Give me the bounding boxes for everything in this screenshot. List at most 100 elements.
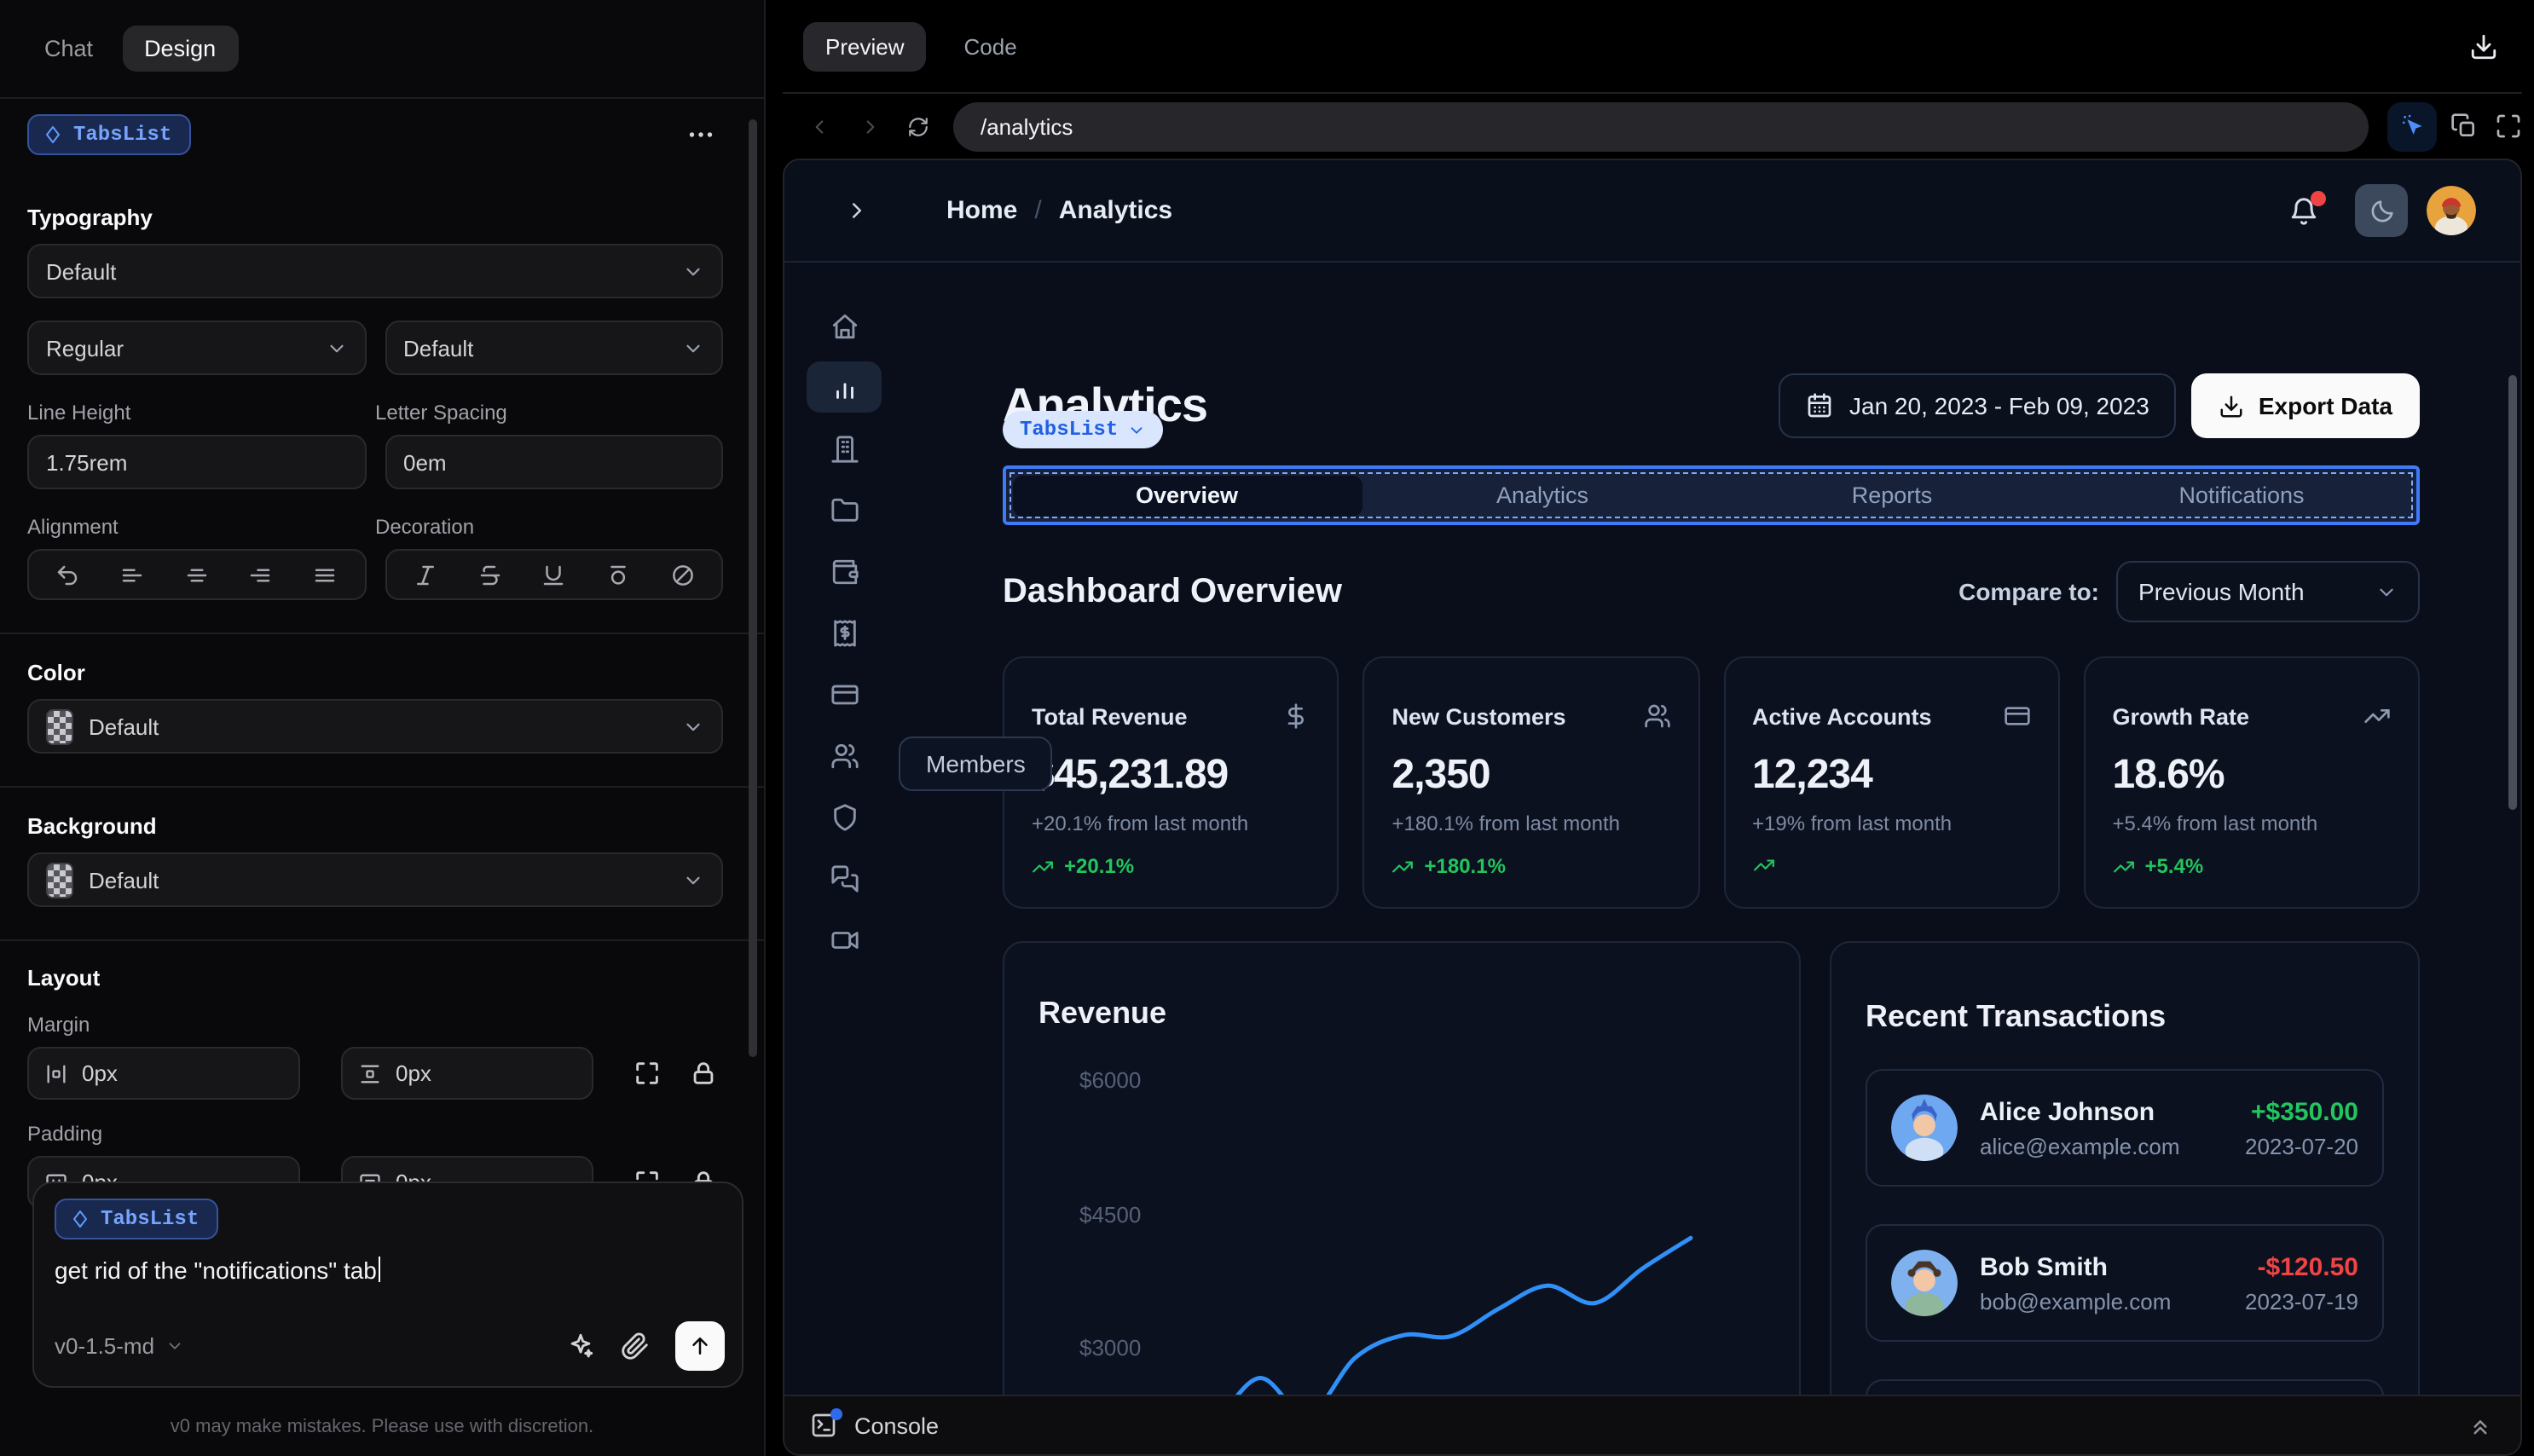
attach-file-icon[interactable]: [621, 1331, 650, 1360]
align-right-icon[interactable]: [248, 562, 274, 587]
transaction-row[interactable]: Bob Smith bob@example.com -$120.50 2023-07…: [1866, 1224, 2384, 1342]
refresh-icon[interactable]: [907, 115, 929, 137]
more-options-icon[interactable]: [686, 119, 716, 150]
transaction-row[interactable]: Alice Johnson alice@example.com +$350.00 2…: [1866, 1069, 2384, 1187]
reset-alignment-icon[interactable]: [55, 562, 81, 587]
nav-forward-icon[interactable]: [859, 115, 882, 137]
margin-y-icon: [358, 1061, 382, 1085]
tab-code[interactable]: Code: [964, 33, 1017, 59]
messages-icon: [830, 864, 859, 893]
download-icon[interactable]: [2469, 32, 2498, 61]
decoration-toolbar: [385, 549, 723, 600]
panel-tabs: Chat Design: [0, 0, 764, 99]
sidebar-item-video[interactable]: [807, 909, 882, 970]
text-caret: [378, 1257, 381, 1282]
tab-preview[interactable]: Preview: [803, 21, 927, 71]
fullscreen-icon[interactable]: [2495, 113, 2522, 140]
font-size-select[interactable]: Default: [385, 321, 723, 375]
color-value: Default: [89, 714, 159, 739]
chevron-down-icon: [682, 869, 704, 891]
preview-canvas: Home / Analytics Members Analytics TabsL…: [783, 159, 2522, 1456]
export-data-button[interactable]: Export Data: [2191, 373, 2420, 438]
panel-scrollbar[interactable]: [749, 119, 757, 1057]
letter-spacing-input[interactable]: 0em: [385, 435, 723, 489]
model-select[interactable]: v0-1.5-md: [55, 1332, 183, 1358]
expand-margin-icon[interactable]: [633, 1059, 662, 1088]
color-select[interactable]: Default: [27, 699, 723, 754]
preview-scrollbar[interactable]: [2508, 375, 2517, 810]
stat-subtext: +180.1% from last month: [1391, 812, 1620, 835]
console-label: Console: [854, 1413, 940, 1438]
inspect-mode-button[interactable]: [2387, 101, 2437, 151]
margin-label: Margin: [27, 1013, 90, 1037]
sidebar-toggle-icon[interactable]: [844, 198, 870, 223]
line-height-input[interactable]: 1.75rem: [27, 435, 366, 489]
sidebar-item-credit-card[interactable]: [807, 663, 882, 725]
margin-y-input[interactable]: 0px: [341, 1047, 593, 1100]
prompt-context-chip[interactable]: TabsList: [55, 1199, 218, 1239]
sidebar-item-wallet[interactable]: [807, 540, 882, 602]
font-family-select[interactable]: Default: [27, 244, 723, 298]
underline-icon[interactable]: [541, 562, 566, 587]
sidebar-item-bar-chart[interactable]: [807, 361, 882, 413]
lock-margin-icon[interactable]: [689, 1059, 718, 1088]
prompt-composer[interactable]: TabsList get rid of the "notifications" …: [32, 1182, 743, 1388]
compare-select[interactable]: Previous Month: [2116, 561, 2420, 622]
selected-component-chip[interactable]: TabsList: [27, 114, 191, 155]
stat-card-growth-rate: Growth Rate 18.6% +5.4% from last month …: [2083, 656, 2420, 909]
console-bar[interactable]: Console: [784, 1395, 2520, 1454]
stat-subtext: +19% from last month: [1752, 812, 1953, 835]
tab-overview[interactable]: Overview: [1012, 475, 1362, 516]
date-range-picker[interactable]: Jan 20, 2023 - Feb 09, 2023: [1778, 373, 2177, 438]
margin-x-value: 0px: [82, 1060, 118, 1086]
letter-spacing-label: Letter Spacing: [375, 401, 507, 425]
user-avatar[interactable]: [2427, 186, 2476, 235]
send-prompt-button[interactable]: [675, 1320, 725, 1370]
tab-analytics[interactable]: Analytics: [1368, 469, 1717, 522]
expand-console-icon[interactable]: [2467, 1413, 2493, 1438]
overline-icon[interactable]: [605, 562, 631, 587]
wallet-icon: [830, 557, 859, 586]
shield-icon: [830, 802, 859, 831]
compare-value: Previous Month: [2138, 578, 2305, 605]
background-select[interactable]: Default: [27, 852, 723, 907]
no-decoration-icon[interactable]: [669, 562, 695, 587]
transaction-email: alice@example.com: [1980, 1133, 2180, 1158]
transaction-name: Bob Smith: [1980, 1252, 2108, 1281]
strikethrough-icon[interactable]: [477, 562, 502, 587]
sidebar-item-receipt[interactable]: [807, 602, 882, 663]
notifications-button[interactable]: [2288, 190, 2326, 226]
revenue-line-chart: [1235, 1235, 1693, 1395]
sidebar-item-folder[interactable]: [807, 479, 882, 540]
selection-label[interactable]: TabsList: [1003, 411, 1163, 448]
typography-heading: Typography: [27, 205, 153, 230]
align-justify-icon[interactable]: [312, 562, 338, 587]
video-icon: [830, 925, 859, 954]
margin-x-input[interactable]: 0px: [27, 1047, 300, 1100]
sidebar-item-shield[interactable]: [807, 786, 882, 847]
tab-reports[interactable]: Reports: [1717, 469, 2067, 522]
trend-up-icon: [1032, 855, 1054, 877]
url-bar[interactable]: [953, 101, 2369, 151]
breadcrumb-home[interactable]: Home: [946, 196, 1017, 225]
url-input[interactable]: [953, 113, 2369, 139]
tab-chat[interactable]: Chat: [44, 36, 93, 61]
theme-toggle-button[interactable]: [2355, 184, 2408, 237]
copy-icon[interactable]: [2450, 113, 2478, 140]
tab-notifications[interactable]: Notifications: [2067, 469, 2416, 522]
prompt-input[interactable]: get rid of the "notifications" tab: [55, 1257, 721, 1284]
sidebar-item-messages[interactable]: [807, 847, 882, 909]
italic-icon[interactable]: [413, 562, 438, 587]
align-left-icon[interactable]: [119, 562, 145, 587]
sidebar-item-users[interactable]: [807, 725, 882, 786]
padding-label: Padding: [27, 1122, 103, 1146]
enhance-prompt-icon[interactable]: [566, 1331, 595, 1360]
tab-design[interactable]: Design: [122, 26, 239, 72]
sidebar-item-building[interactable]: [807, 418, 882, 479]
background-swatch: [46, 862, 73, 898]
transaction-row-clipped: [1866, 1379, 2384, 1395]
font-weight-select[interactable]: Regular: [27, 321, 366, 375]
nav-back-icon[interactable]: [808, 115, 830, 137]
align-center-icon[interactable]: [183, 562, 209, 587]
sidebar-item-home[interactable]: [807, 295, 882, 356]
